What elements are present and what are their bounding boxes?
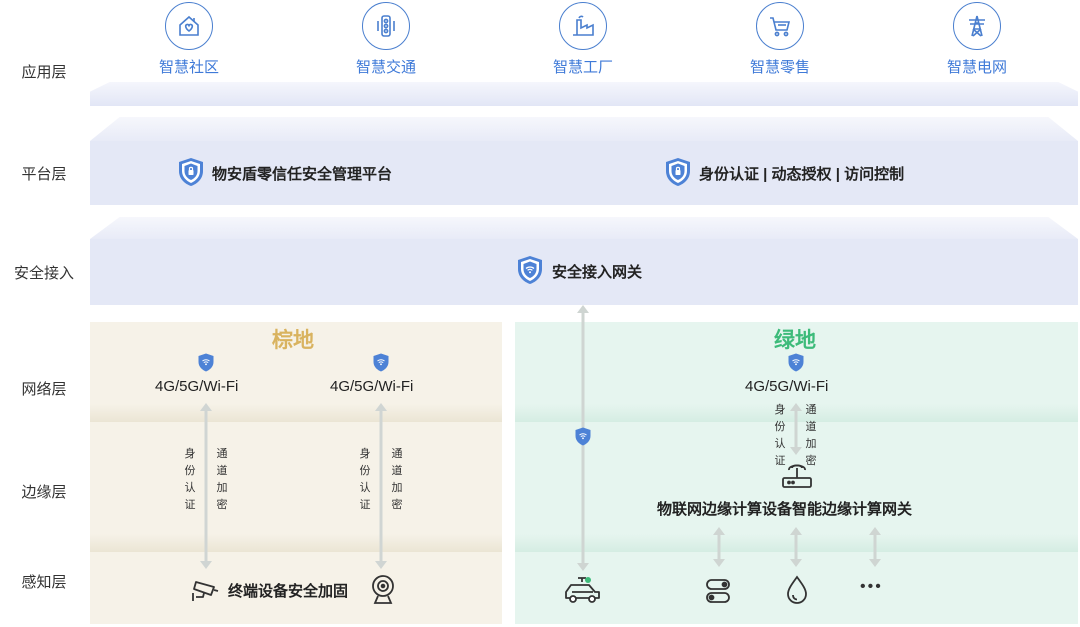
secure-access-gateway-label: 安全接入网关	[552, 264, 643, 281]
layer-label-perception: 感知层	[21, 574, 67, 591]
wifi-shield-icon	[788, 353, 804, 377]
app-smart-grid: 智慧电网	[927, 2, 1027, 77]
platform-functions-label: 身份认证 | 动态授权 | 访问控制	[699, 166, 905, 183]
brownfield-divider	[90, 534, 502, 552]
bidirectional-arrow-icon	[790, 403, 802, 455]
application-band	[90, 82, 1078, 106]
app-name: 智慧零售	[749, 59, 810, 76]
vertical-label-channel-encryption: 通道加密	[216, 448, 228, 511]
brownfield-zone	[90, 322, 502, 624]
router-icon	[782, 464, 812, 488]
traffic-light-icon	[362, 2, 410, 50]
brownfield-title: 棕地	[272, 329, 314, 352]
vertical-label-channel-encryption: 通道加密	[391, 448, 403, 511]
shield-lock-icon	[665, 157, 691, 192]
webcam-icon	[372, 575, 394, 604]
greenfield-title: 绿地	[774, 329, 816, 352]
app-name: 智慧交通	[355, 59, 416, 76]
edge-gateway-label: 物联网边缘计算设备智能边缘计算网关	[657, 501, 913, 518]
layer-label-platform: 平台层	[21, 166, 67, 183]
app-smart-community: 智慧社区	[139, 2, 239, 77]
shopping-cart-icon	[756, 2, 804, 50]
app-smart-retail: 智慧零售	[730, 2, 830, 77]
security-camera-icon	[192, 581, 219, 601]
wifi-shield-icon	[575, 427, 591, 451]
electric-car-icon	[565, 577, 600, 603]
bidirectional-arrow-icon	[869, 527, 881, 567]
network-label-green: 4G/5G/Wi-Fi	[745, 378, 829, 395]
power-tower-icon	[953, 2, 1001, 50]
bidirectional-arrow-icon	[200, 403, 212, 569]
shield-wifi-icon	[517, 255, 543, 290]
layer-label-application: 应用层	[21, 64, 67, 81]
factory-icon	[559, 2, 607, 50]
water-drop-icon	[787, 575, 807, 604]
platform-band-top	[90, 117, 1078, 141]
wifi-shield-icon	[373, 353, 389, 377]
app-smart-transport: 智慧交通	[336, 2, 436, 77]
house-heart-icon	[165, 2, 213, 50]
layer-label-secure-access: 安全接入	[13, 265, 74, 282]
brownfield-divider	[90, 404, 502, 422]
platform-management-label: 物安盾零信任安全管理平台	[212, 166, 393, 183]
bidirectional-arrow-icon	[790, 527, 802, 567]
layer-label-edge: 边缘层	[21, 484, 67, 501]
network-label-brown-right: 4G/5G/Wi-Fi	[330, 378, 414, 395]
shield-lock-icon	[178, 157, 204, 192]
bidirectional-arrow-icon	[713, 527, 725, 567]
network-label-brown-left: 4G/5G/Wi-Fi	[155, 378, 239, 395]
app-smart-factory: 智慧工厂	[533, 2, 633, 77]
app-name: 智慧社区	[158, 59, 219, 76]
app-name: 智慧电网	[946, 59, 1007, 76]
access-band-top	[90, 217, 1078, 239]
more-devices-ellipsis: •••	[860, 578, 883, 595]
toggle-switch-icon	[706, 579, 730, 603]
wifi-shield-icon	[198, 353, 214, 377]
app-name: 智慧工厂	[552, 59, 613, 76]
vertical-label-identity-auth: 身份认证	[184, 448, 196, 511]
layer-label-network: 网络层	[21, 381, 67, 398]
bidirectional-arrow-icon	[375, 403, 387, 569]
vertical-label-identity-auth: 身份认证	[359, 448, 371, 511]
terminal-hardening-label: 终端设备安全加固	[228, 583, 349, 600]
